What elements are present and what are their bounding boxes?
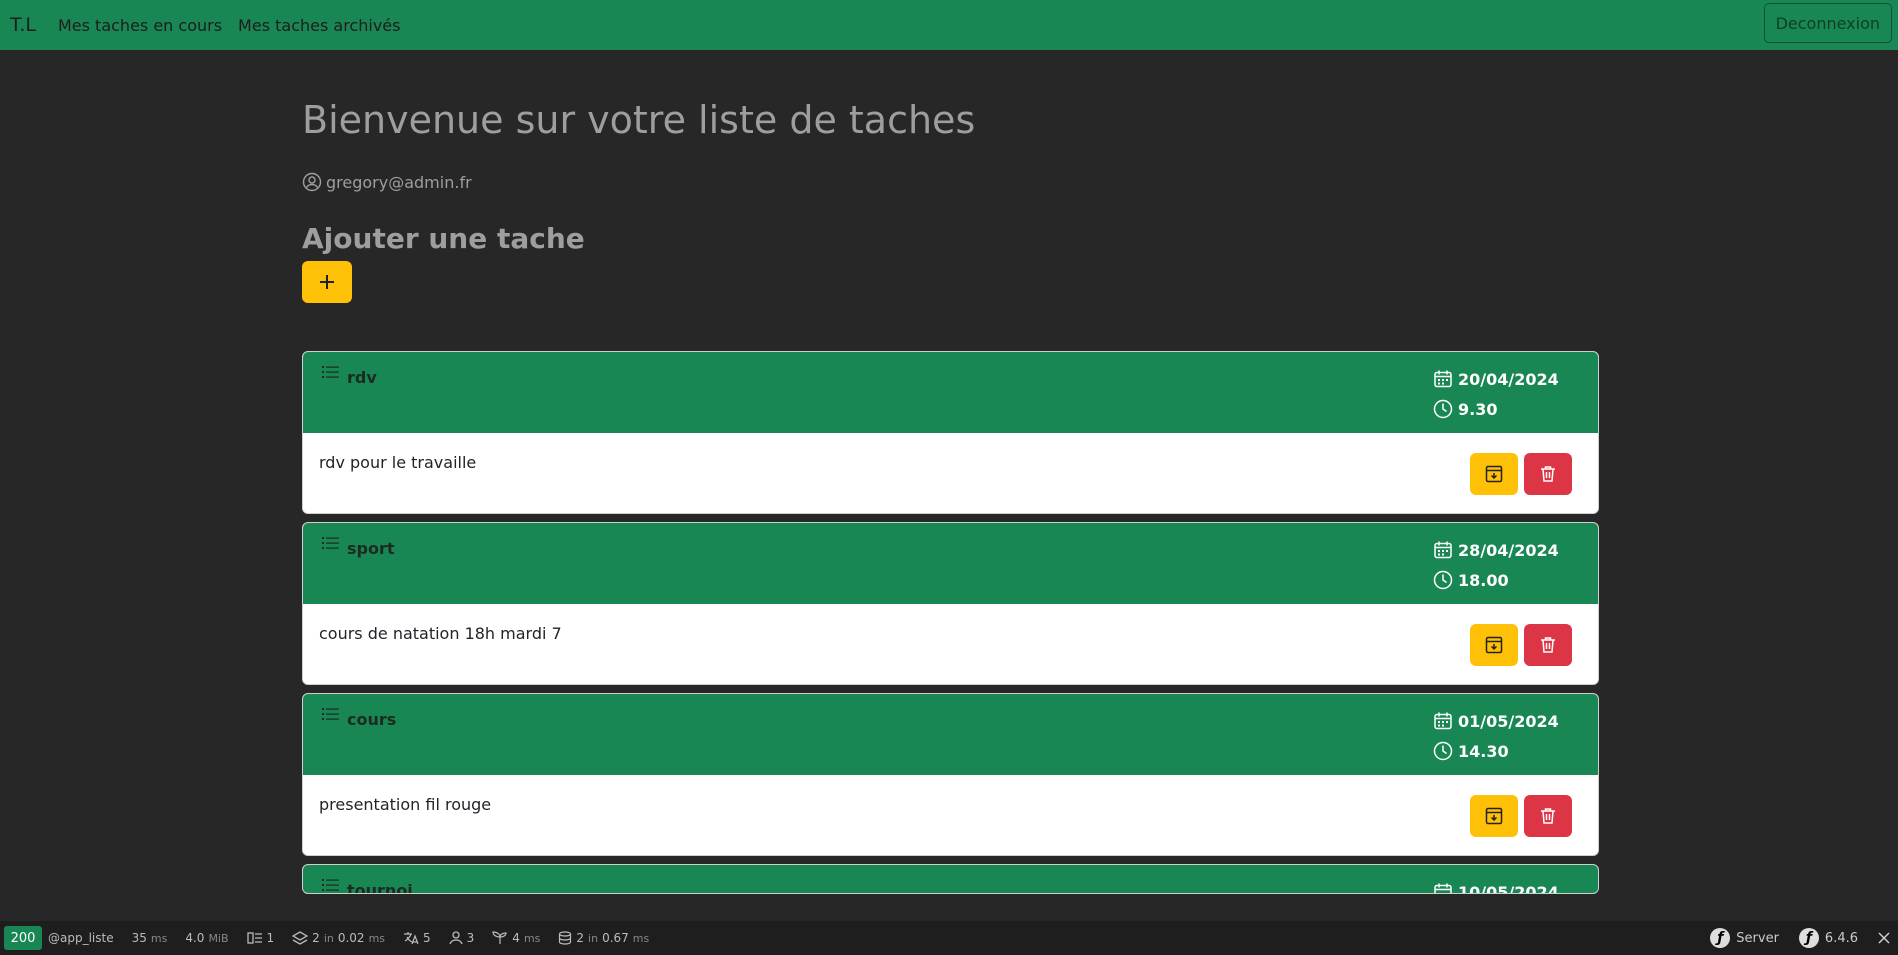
list-icon [322,879,339,891]
version-item[interactable]: ƒ 6.4.6 [1798,928,1858,948]
task-description: rdv pour le travaille [319,453,477,472]
symfony-logo-icon: ƒ [1798,928,1819,948]
symfony-logo-icon: ƒ [1710,928,1731,948]
calendar-icon [1434,712,1452,730]
memory-item[interactable]: 4.0 MiB [185,931,228,945]
task-date: 28/04/2024 [1458,540,1559,560]
archive-icon [1485,465,1503,483]
server-item[interactable]: ƒ Server [1710,928,1779,948]
delete-task-button[interactable] [1524,624,1572,666]
task-schedule: 01/05/2024 14.30 [1433,706,1573,766]
task-card-body: rdv pour le travaille [303,433,1598,513]
delete-task-button[interactable] [1524,453,1572,495]
archive-task-button[interactable] [1470,795,1518,837]
user-circle-icon [302,172,322,192]
logout-button[interactable]: Deconnexion [1763,3,1892,43]
task-description: cours de natation 18h mardi 7 [319,624,562,643]
delete-task-button[interactable] [1524,795,1572,837]
archive-task-button[interactable] [1470,624,1518,666]
task-date: 10/05/2024 [1458,882,1559,894]
task-time: 9.30 [1458,399,1498,419]
brand-logo[interactable]: T.L [10,14,36,36]
user-item[interactable]: 3 [449,931,474,945]
task-list: rdv 20/04/2024 9.30 rdv pour le travaill… [302,351,1599,894]
task-schedule: 10/05/2024 [1433,877,1573,894]
sprout-icon [492,931,507,944]
form-icon [246,932,262,944]
top-navbar: T.L Mes taches en cours Mes taches archi… [0,0,1898,50]
plus-icon [320,275,334,289]
task-card-header: cours 01/05/2024 14.30 [303,694,1598,775]
task-time: 18.00 [1458,570,1509,590]
page-title: Bienvenue sur votre liste de taches [302,98,976,142]
layers-icon [292,931,309,945]
task-date: 01/05/2024 [1458,711,1559,731]
task-card-header: tournoi 10/05/2024 [303,865,1598,894]
task-card-header: rdv 20/04/2024 9.30 [303,352,1598,433]
task-card: rdv 20/04/2024 9.30 rdv pour le travaill… [302,351,1599,514]
events-item[interactable]: 4 ms [492,931,540,945]
task-description: presentation fil rouge [319,795,492,814]
clock-icon [1433,741,1453,761]
database-item[interactable]: 2 in 0.67 ms [558,931,649,945]
person-icon [449,931,463,945]
list-icon [322,366,339,378]
task-date: 20/04/2024 [1458,369,1559,389]
clock-icon [1433,399,1453,419]
archive-icon [1485,636,1503,654]
task-time: 14.30 [1458,741,1509,761]
close-icon[interactable] [1878,932,1890,944]
calendar-icon [1434,370,1452,388]
task-schedule: 28/04/2024 18.00 [1433,535,1573,595]
cache-item[interactable]: 2 in 0.02 ms [292,931,385,945]
translation-item[interactable]: 5 [403,931,431,945]
symfony-debug-toolbar: 200 @app_liste 35 ms 4.0 MiB 1 2 in 0.02 ms 5… [0,921,1898,955]
task-schedule: 20/04/2024 9.30 [1433,364,1573,424]
user-email: gregory@admin.fr [326,173,472,192]
archive-icon [1485,807,1503,825]
clock-icon [1433,570,1453,590]
add-task-button[interactable] [302,261,352,303]
list-icon [322,708,339,720]
trash-icon [1541,808,1555,824]
task-name: tournoi [347,881,413,894]
task-card-body: cours de natation 18h mardi 7 [303,604,1598,684]
nav-link-current-tasks[interactable]: Mes taches en cours [58,16,222,35]
route-item[interactable]: @app_liste [48,931,114,945]
database-icon [559,931,572,945]
task-name: rdv [347,368,377,387]
task-card: tournoi 10/05/2024 [302,864,1599,894]
task-card-body: presentation fil rouge [303,775,1598,855]
add-task-heading: Ajouter une tache [302,222,585,255]
nav-link-archived-tasks[interactable]: Mes taches archivés [238,16,400,35]
translate-icon [404,932,419,945]
calendar-icon [1434,883,1452,893]
calendar-icon [1434,541,1452,559]
status-badge[interactable]: 200 [4,926,42,950]
task-name: cours [347,710,397,729]
trash-icon [1541,637,1555,653]
forms-item[interactable]: 1 [246,931,274,945]
task-card-header: sport 28/04/2024 18.00 [303,523,1598,604]
main-content: Bienvenue sur votre liste de taches greg… [302,50,1599,902]
list-icon [322,537,339,549]
trash-icon [1541,466,1555,482]
task-card: cours 01/05/2024 14.30 presentation fil … [302,693,1599,856]
task-card: sport 28/04/2024 18.00 cours de natation… [302,522,1599,685]
user-info: gregory@admin.fr [302,172,1599,192]
task-name: sport [347,539,395,558]
time-item[interactable]: 35 ms [132,931,168,945]
archive-task-button[interactable] [1470,453,1518,495]
